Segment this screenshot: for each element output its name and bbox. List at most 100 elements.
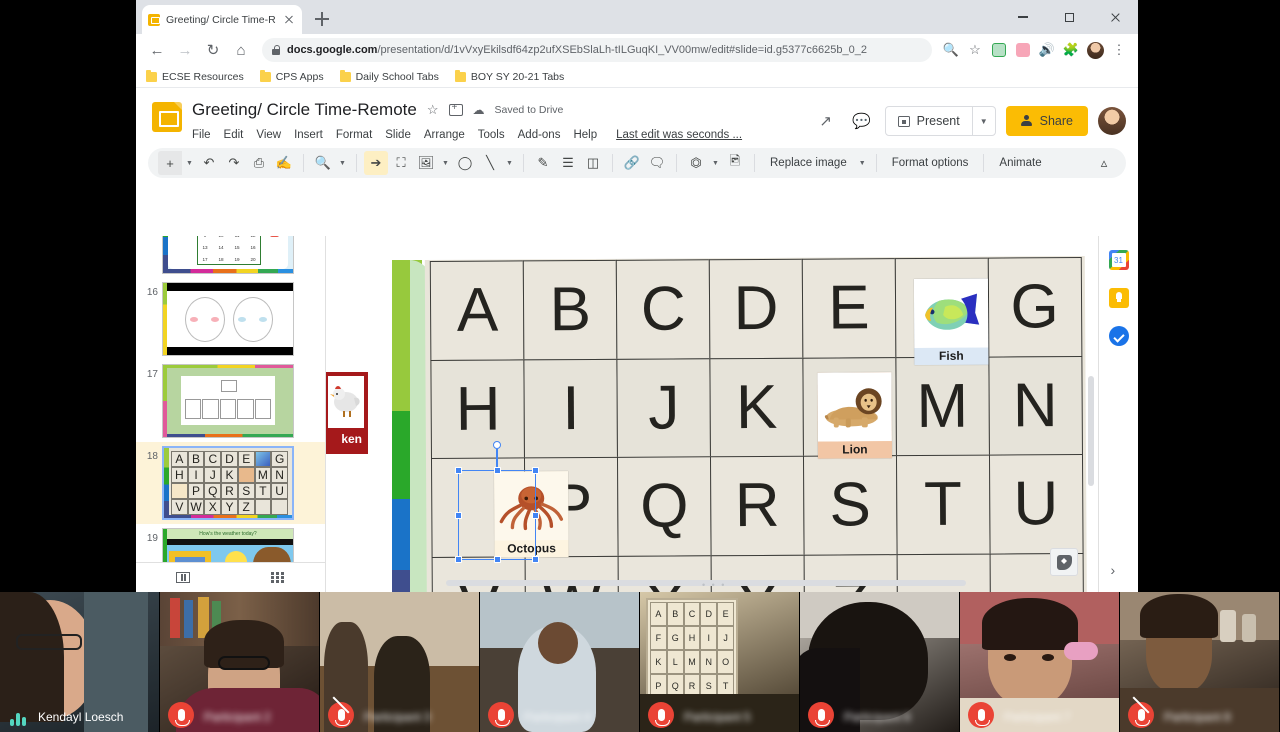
bookmark-item[interactable]: ECSE Resources [146, 69, 244, 83]
menu-file[interactable]: File [192, 129, 211, 141]
menu-slide[interactable]: Slide [385, 129, 411, 141]
chicken-card[interactable]: ken [326, 372, 368, 454]
slide-thumbnail[interactable]: 1234 5678 9101112 13141516 17181920 [162, 236, 294, 274]
forward-icon[interactable]: → [172, 37, 198, 63]
print-icon[interactable]: ⎙ [247, 151, 271, 175]
resize-handle-e[interactable] [532, 511, 539, 519]
slide-thumbnail[interactable]: How's the weather today? [162, 528, 294, 562]
menu-arrange[interactable]: Arrange [424, 129, 465, 141]
canvas-vertical-scrollbar[interactable] [1088, 376, 1094, 486]
filmstrip-view-icon[interactable] [136, 572, 231, 583]
maximize-icon[interactable] [1046, 0, 1092, 34]
new-slide-caret[interactable]: ▼ [183, 151, 196, 175]
image-caret[interactable]: ▼ [439, 151, 452, 175]
format-options-button[interactable]: Format options [884, 151, 977, 175]
insert-image-icon[interactable]: 🖼 [414, 151, 438, 175]
slide-filmstrip[interactable]: 15 1234 5678 9101112 13141516 17181920 [136, 236, 326, 608]
menu-addons[interactable]: Add-ons [518, 129, 561, 141]
bookmark-item[interactable]: CPS Apps [259, 69, 324, 83]
line-weight-icon[interactable]: ☰ [556, 151, 580, 175]
cast-icon[interactable]: 🔊 [1036, 39, 1058, 61]
resize-handle-n[interactable] [493, 467, 501, 474]
comment-history-icon[interactable]: 💬 [849, 108, 875, 134]
menu-edit[interactable]: Edit [224, 129, 244, 141]
list-item[interactable]: 15 1234 5678 9101112 13141516 17181920 [136, 236, 325, 278]
line-icon[interactable]: ╲ [478, 151, 502, 175]
comment-icon[interactable]: 🗨 [645, 151, 669, 175]
shape-icon[interactable]: ◯ [453, 151, 477, 175]
zoom-icon[interactable]: 🔍 [311, 151, 335, 175]
browser-tab[interactable]: Greeting/ Circle Time-Remote - ( [142, 5, 302, 34]
zoom-caret[interactable]: ▼ [336, 151, 349, 175]
participant-tile[interactable]: A B C D E F G H I J K L M N O P Q R S T [640, 592, 800, 732]
list-item[interactable]: 19 How's the weather today? [136, 524, 325, 562]
slides-app-icon[interactable] [152, 102, 182, 132]
crop-icon[interactable]: ⏣ [684, 151, 708, 175]
resize-handle-ne[interactable] [532, 467, 539, 474]
page-title[interactable]: Greeting/ Circle Time-Remote [192, 100, 417, 120]
google-tasks-icon[interactable] [1108, 326, 1129, 346]
home-icon[interactable]: ⌂ [228, 37, 254, 63]
collapse-toolbar-icon[interactable]: ▵ [1092, 151, 1116, 175]
redo-icon[interactable]: ↷ [222, 151, 246, 175]
fish-card[interactable]: Fish [913, 278, 989, 366]
google-keep-icon[interactable] [1108, 288, 1129, 308]
text-box-icon[interactable]: ⛶ [389, 151, 413, 175]
sidebar-item-slide-18[interactable]: 18 A B C D E G H I J K M N P Q R S T U V… [136, 442, 325, 524]
new-slide-button[interactable]: + [158, 151, 182, 175]
pen-icon[interactable]: ✎ [531, 151, 555, 175]
present-dropdown-caret[interactable]: ▼ [971, 107, 995, 135]
link-icon[interactable]: 🔗 [620, 151, 644, 175]
list-item[interactable]: 16 [136, 278, 325, 360]
menu-view[interactable]: View [256, 129, 281, 141]
lion-card[interactable]: Lion [817, 372, 892, 459]
minimize-icon[interactable] [1000, 0, 1046, 34]
animate-button[interactable]: Animate [991, 151, 1049, 175]
participant-tile[interactable]: Participant 2 [160, 592, 320, 732]
reload-icon[interactable]: ↻ [200, 37, 226, 63]
grid-view-icon[interactable] [231, 572, 326, 583]
replace-image-caret[interactable]: ▼ [856, 151, 869, 175]
resize-handle-s[interactable] [493, 556, 501, 563]
expand-rail-icon[interactable]: › [1111, 562, 1116, 578]
resize-handle-se[interactable] [532, 556, 539, 563]
menu-tools[interactable]: Tools [478, 129, 505, 141]
slide-thumbnail[interactable] [162, 364, 294, 438]
extension-pink-icon[interactable] [1012, 39, 1034, 61]
move-to-folder-icon[interactable] [448, 101, 463, 116]
participant-tile[interactable]: Participant 3 [320, 592, 480, 732]
transition-icon[interactable]: ◫ [581, 151, 605, 175]
last-edit-link[interactable]: Last edit was seconds ... [616, 129, 742, 141]
thumbnail-list[interactable]: 15 1234 5678 9101112 13141516 17181920 [136, 236, 325, 562]
share-button[interactable]: Share [1005, 106, 1088, 136]
star-icon[interactable]: ☆ [427, 102, 439, 118]
menu-help[interactable]: Help [573, 129, 597, 141]
participant-tile[interactable]: Participant 7 [960, 592, 1120, 732]
window-close-icon[interactable] [1092, 0, 1138, 34]
list-item[interactable]: 17 [136, 360, 325, 442]
select-cursor-icon[interactable]: ➔ [364, 151, 388, 175]
profile-avatar[interactable] [1084, 39, 1106, 61]
new-tab-button[interactable] [312, 9, 332, 29]
present-button[interactable]: Present ▼ [884, 106, 996, 136]
activity-trend-icon[interactable]: ↗ [813, 108, 839, 134]
zoom-icon[interactable]: 🔍 [940, 39, 962, 61]
participant-tile[interactable]: Participant 4 [480, 592, 640, 732]
bookmark-star-icon[interactable]: ☆ [964, 39, 986, 61]
current-slide[interactable]: A B C D E G H I J K M N P Q R S T U Fish… [326, 255, 1088, 592]
close-icon[interactable] [282, 13, 296, 27]
extensions-puzzle-icon[interactable]: 🧩 [1060, 39, 1082, 61]
slide-canvas[interactable]: A B C D E G H I J K M N P Q R S T U Fish… [326, 236, 1098, 592]
rotate-handle[interactable] [493, 441, 501, 449]
replace-image-button[interactable]: Replace image [762, 151, 855, 175]
bookmark-item[interactable]: Daily School Tabs [339, 69, 439, 83]
pointing-hand-icon[interactable] [334, 582, 380, 592]
participant-tile[interactable]: Kendayl Loesch [0, 592, 160, 732]
slide-thumbnail[interactable] [162, 282, 294, 356]
selection-box[interactable] [455, 441, 539, 563]
account-avatar[interactable] [1098, 107, 1126, 135]
paint-format-icon[interactable]: ✍ [272, 151, 296, 175]
resize-handle-sw[interactable] [455, 556, 462, 563]
bookmark-item[interactable]: BOY SY 20-21 Tabs [454, 69, 564, 83]
line-caret[interactable]: ▼ [503, 151, 516, 175]
